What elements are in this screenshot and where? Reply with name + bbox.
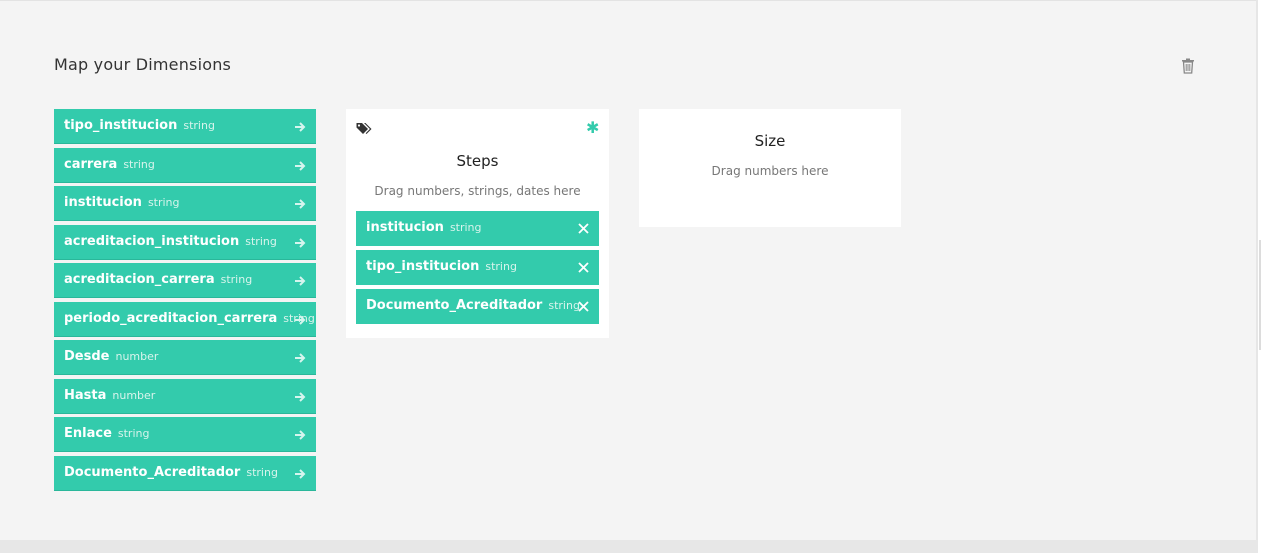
mapped-item-name: tipo_institucion string <box>366 259 517 274</box>
arrow-right-icon[interactable] <box>294 198 306 210</box>
dimension-name: Desde number <box>64 349 159 364</box>
close-icon[interactable] <box>578 301 589 312</box>
dimension-name: carrera string <box>64 156 155 172</box>
arrow-right-icon[interactable] <box>294 391 306 403</box>
dimension-item[interactable]: Desde number <box>54 340 316 375</box>
required-marker: ✱ <box>586 118 600 137</box>
dimension-name: tipo_institucion string <box>64 118 215 133</box>
dimension-type: string <box>117 427 150 440</box>
mapped-list: institucion string tipo_institucion string… <box>356 211 599 328</box>
arrow-right-icon[interactable] <box>294 429 306 441</box>
size-hint: Drag numbers here <box>711 164 829 178</box>
top-border <box>0 0 1256 1</box>
mapped-item-type: string <box>449 221 482 234</box>
dimension-list: tipo_institucion string carrera string ins… <box>54 109 316 494</box>
arrow-right-icon[interactable] <box>294 314 306 326</box>
close-icon[interactable] <box>578 223 589 234</box>
arrow-right-icon[interactable] <box>294 352 306 364</box>
mapped-item[interactable]: institucion string <box>356 211 599 246</box>
steps-hint: Drag numbers, strings, dates here <box>374 184 581 198</box>
dimension-name: periodo_acreditacion_carrera string <box>64 310 315 326</box>
dimension-item[interactable]: acreditacion_institucion string <box>54 224 316 260</box>
dimension-name: acreditacion_carrera string <box>64 272 253 287</box>
size-dropzone[interactable]: Size Drag numbers here <box>639 109 901 227</box>
dimension-type: string <box>220 273 253 286</box>
dimension-type: string <box>123 157 155 171</box>
dimension-item[interactable]: periodo_acreditacion_carrera string <box>54 301 316 337</box>
dimension-name: acreditacion_institucion string <box>64 233 277 249</box>
dimension-item[interactable]: institucion string <box>54 186 316 221</box>
dimension-type: string <box>147 196 180 209</box>
arrow-right-icon[interactable] <box>294 160 306 172</box>
dimension-item[interactable]: acreditacion_carrera string <box>54 263 316 298</box>
section-title: Map your Dimensions <box>54 55 232 74</box>
mapped-item-name: Documento_Acreditador string <box>366 298 580 313</box>
trash-icon[interactable] <box>1181 58 1195 74</box>
arrow-right-icon[interactable] <box>294 468 306 480</box>
close-icon[interactable] <box>578 262 589 273</box>
dimension-name: Hasta number <box>64 387 156 403</box>
dimension-item[interactable]: tipo_institucion string <box>54 109 316 144</box>
dimension-type: string <box>246 465 278 479</box>
mapped-item-type: string <box>485 260 517 273</box>
dimension-type: string <box>183 119 215 132</box>
mapped-item[interactable]: tipo_institucion string <box>356 250 599 285</box>
dimension-type: number <box>115 350 159 363</box>
dimension-item[interactable]: Enlace string <box>54 417 316 452</box>
mapped-item[interactable]: Documento_Acreditador string <box>356 289 599 324</box>
dimension-type: string <box>245 234 277 248</box>
dimension-item[interactable]: Hasta number <box>54 378 316 414</box>
dimension-item[interactable]: Documento_Acreditador string <box>54 455 316 491</box>
dimension-name: Documento_Acreditador string <box>64 464 278 480</box>
arrow-right-icon[interactable] <box>294 121 306 133</box>
steps-title: Steps <box>456 152 499 170</box>
dimension-name: institucion string <box>64 195 180 210</box>
arrow-right-icon[interactable] <box>294 237 306 249</box>
mapped-item-type: string <box>548 299 580 312</box>
steps-dropzone[interactable]: ✱ Steps Drag numbers, strings, dates her… <box>346 109 609 338</box>
dimension-type: number <box>112 388 156 402</box>
tags-icon <box>356 123 372 134</box>
dimension-item[interactable]: carrera string <box>54 147 316 183</box>
arrow-right-icon[interactable] <box>294 275 306 287</box>
dimension-name: Enlace string <box>64 426 150 441</box>
size-title: Size <box>754 132 786 150</box>
bottom-bar <box>0 540 1258 553</box>
mapped-item-name: institucion string <box>366 220 482 235</box>
